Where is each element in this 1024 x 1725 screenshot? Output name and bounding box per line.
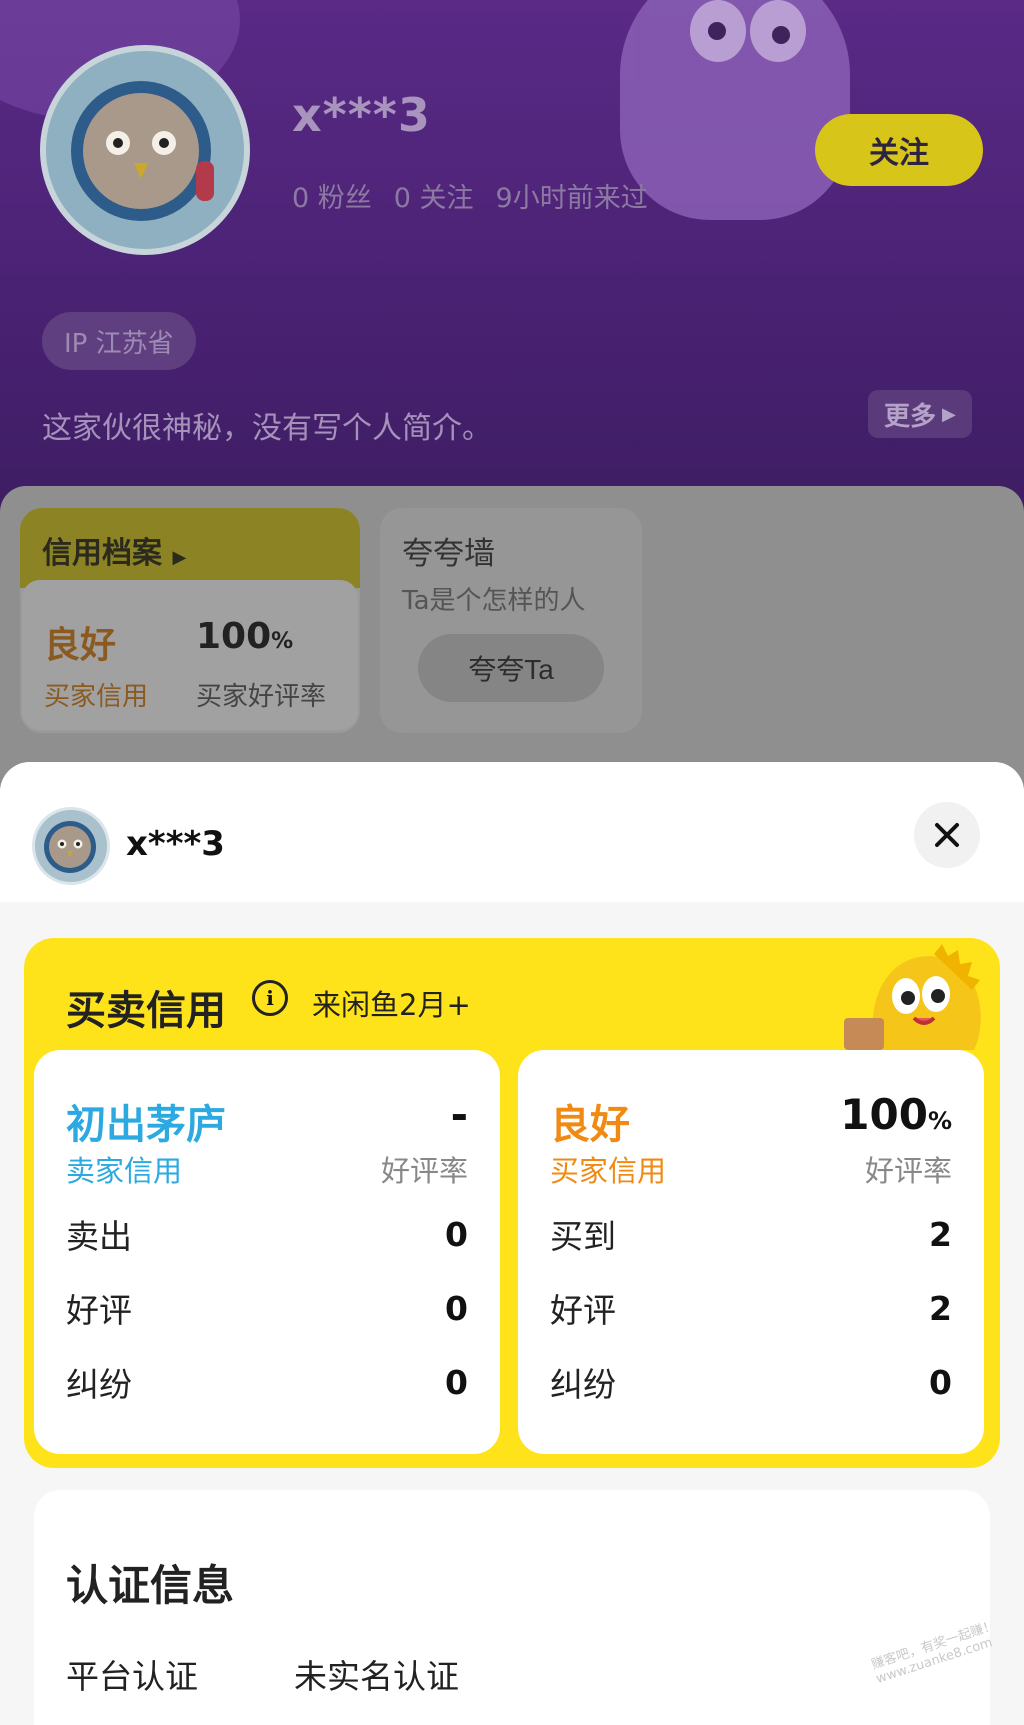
fans-count[interactable]: 0 粉丝 [292,176,372,215]
following-count[interactable]: 0 关注 [394,176,474,215]
praise-wall-subtitle: Ta是个怎样的人 [402,586,586,616]
stat-label: 纠纷 [66,1365,132,1404]
platform-cert-value: 未实名认证 [294,1657,459,1696]
profile-header: x***3 0 粉丝 0 关注 9小时前来过 关注 IP 江苏省 这家伙很神秘，… [0,0,1024,520]
buyer-good-rate-label: 好评率 [864,1154,952,1188]
seal-astronaut-icon [35,810,107,882]
credit-file-rate: 100% [196,616,293,657]
last-seen: 9小时前来过 [495,183,648,214]
seal-astronaut-icon [46,51,244,249]
seller-credit-type: 卖家信用 [66,1154,183,1188]
buyer-good-rate-value: 100 [840,1090,928,1139]
profile-stats: 0 粉丝 0 关注 9小时前来过 [292,176,648,215]
stat-value: 2 [929,1288,952,1328]
follow-button[interactable]: 关注 [815,114,983,186]
certification-card: 认证信息 平台认证 未实名认证 [34,1490,990,1725]
seller-stat-row: 好评 0 [66,1286,468,1331]
mascot-ghost-illustration [620,0,850,220]
profile-username: x***3 [292,88,431,142]
profile-avatar[interactable] [40,45,250,255]
caret-right-icon: ▶ [172,547,187,568]
caret-right-icon: ▶ [942,403,956,425]
stat-value: 0 [929,1362,952,1402]
buyer-credit-type: 买家信用 [550,1154,667,1188]
seller-credit-level: 初出茅庐 [66,1102,226,1148]
fish-mascot-icon [844,944,981,1050]
praise-button[interactable]: 夸夸Ta [418,634,604,702]
credit-bottom-sheet: x***3 买卖信用 i 来闲鱼2月+ 初出茅庐 卖家信用 - 好评率 卖出 0 [0,762,1024,1725]
stat-value: 0 [445,1288,468,1328]
credit-file-level: 良好 [44,625,117,666]
stat-label: 好评 [66,1291,132,1330]
buyer-stat-row: 好评 2 [550,1286,952,1331]
info-icon[interactable]: i [252,980,288,1016]
credit-file-rate-value: 100 [196,616,272,657]
more-button[interactable]: 更多 ▶ [868,390,972,438]
mascot-eye-left [690,0,746,62]
stat-label: 纠纷 [550,1365,616,1404]
sheet-username: x***3 [126,824,225,864]
praise-wall-title: 夸夸墙 [402,536,495,572]
stat-value: 0 [445,1362,468,1402]
seller-credit-card: 初出茅庐 卖家信用 - 好评率 卖出 0 好评 0 纠纷 0 [34,1050,500,1454]
stat-label: 卖出 [66,1217,132,1256]
sheet-avatar [32,807,110,885]
sheet-header: x***3 [0,762,1024,902]
seller-stat-row: 纠纷 0 [66,1360,468,1405]
buyer-stat-row: 买到 2 [550,1212,952,1257]
buyer-good-rate-unit: % [927,1107,952,1135]
buyer-credit-card: 良好 买家信用 100% 好评率 买到 2 好评 2 纠纷 0 [518,1050,984,1454]
credit-file-title[interactable]: 信用档案 ▶ [42,528,186,572]
platform-cert-label: 平台认证 [66,1657,198,1696]
buyer-good-rate: 100% [840,1090,952,1139]
profile-bio: 这家伙很神秘，没有写个人简介。 [42,411,492,446]
seller-stat-row: 卖出 0 [66,1212,468,1257]
seller-good-rate-label: 好评率 [380,1154,468,1188]
trade-credit-panel: 买卖信用 i 来闲鱼2月+ 初出茅庐 卖家信用 - 好评率 卖出 0 好评 0 [24,938,1000,1468]
credit-file-title-text: 信用档案 [42,536,162,571]
member-duration: 来闲鱼2月+ [312,988,471,1022]
close-button[interactable] [914,802,980,868]
credit-file-rate-label: 买家好评率 [196,682,327,712]
credit-file-rate-unit: % [271,629,294,654]
buyer-stat-row: 纠纷 0 [550,1360,952,1405]
buyer-credit-level: 良好 [550,1102,630,1148]
close-icon [935,823,959,847]
ip-location-badge: IP 江苏省 [42,312,196,370]
seller-good-rate: - [450,1090,468,1139]
mascot-eye-right [750,0,806,62]
stat-value: 2 [929,1214,952,1254]
credit-file-level-type: 买家信用 [44,682,149,712]
trade-credit-title: 买卖信用 [66,988,226,1034]
certification-title: 认证信息 [66,1561,235,1610]
more-label: 更多 [884,401,937,432]
stat-label: 好评 [550,1291,616,1330]
stat-value: 0 [445,1214,468,1254]
stat-label: 买到 [550,1217,616,1256]
